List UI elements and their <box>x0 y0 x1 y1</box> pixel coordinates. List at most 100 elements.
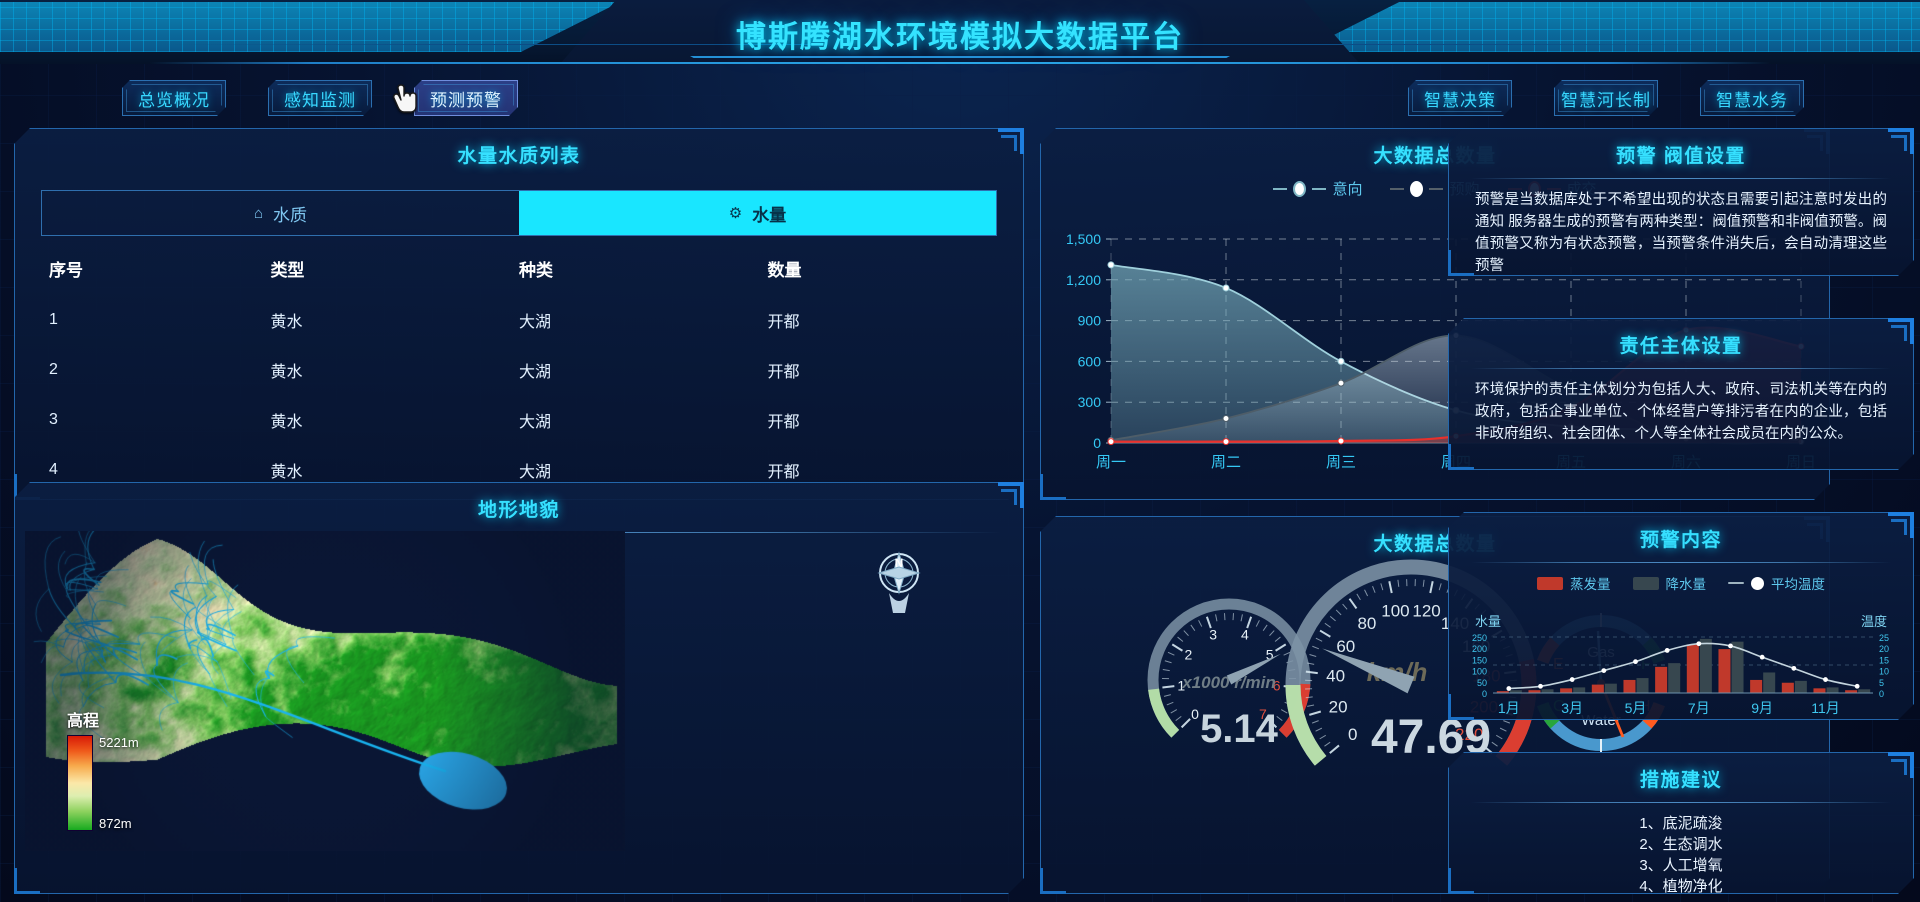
cell-amount: 开都 <box>767 314 800 331</box>
threshold-settings-panel: 预警 阀值设置 预警是当数据库处于不希望出现的状态且需要引起注意时发出的通知 服… <box>1448 128 1914 276</box>
svg-text:11月: 11月 <box>1811 700 1840 716</box>
panel-corner-decor-bl <box>1448 444 1474 470</box>
svg-text:5.14: 5.14 <box>1200 707 1279 751</box>
svg-text:周二: 周二 <box>1211 454 1241 471</box>
table-row[interactable]: 3 黄水 大湖 开都 <box>41 395 997 445</box>
mouse-cursor-icon <box>392 84 418 116</box>
table-header-row: 序号 类型 种类 数量 <box>41 242 997 295</box>
list-item: 3、人工增氧 <box>1639 857 1723 874</box>
responsible-entity-panel: 责任主体设置 环境保护的责任主体划分为包括人大、政府、司法机关等在内的政府，包括… <box>1448 318 1914 470</box>
water-list-table: 序号 类型 种类 数量 1 黄水 大湖 开都 2 黄水 大湖 开都 3 黄水 大… <box>41 242 997 495</box>
advice-panel: 措施建议 1、底泥疏浚 2、生态调水 3、人工增氧 4、植物净化 <box>1448 752 1914 894</box>
svg-text:9月: 9月 <box>1751 700 1773 716</box>
compass-north-label: N <box>895 556 904 570</box>
warning-panel-title: 预警内容 <box>1639 530 1722 551</box>
legend-item-avg-temp[interactable]: 平均温度 <box>1728 573 1825 593</box>
tab-overview-label: 总览概况 <box>138 90 210 110</box>
warning-rule <box>1471 562 1891 563</box>
svg-text:60: 60 <box>1336 637 1355 656</box>
elevation-color-ramp <box>67 735 93 831</box>
legend-swatch <box>1537 577 1563 590</box>
cell-type: 黄水 <box>270 414 303 431</box>
svg-text:0: 0 <box>1482 689 1487 699</box>
legend-item-evaporation[interactable]: 蒸发量 <box>1537 573 1611 593</box>
svg-text:1,500: 1,500 <box>1066 231 1101 247</box>
table-row[interactable]: 2 黄水 大湖 开都 <box>41 345 997 395</box>
threshold-panel-title: 预警 阀值设置 <box>1616 146 1746 167</box>
water-list-title: 水量水质列表 <box>457 146 581 167</box>
warning-bar-chart-canvas[interactable]: 05010015020025005101520251月 3月 5月 7月 9月 11月 <box>1449 631 1915 727</box>
header-notch <box>690 56 1230 68</box>
responsible-panel-body: 环境保护的责任主体划分为包括人大、政府、司法机关等在内的政府，包括企事业单位、个… <box>1475 382 1887 442</box>
elevation-legend: 高程 5221m 872m <box>67 707 139 831</box>
svg-text:5月: 5月 <box>1625 700 1647 716</box>
cell-index: 1 <box>49 311 58 328</box>
col-type: 类型 <box>270 261 305 280</box>
cell-type: 黄水 <box>270 314 303 331</box>
home-icon: ⌂ <box>253 204 264 222</box>
svg-text:周三: 周三 <box>1326 454 1356 471</box>
col-kind: 种类 <box>518 261 553 280</box>
svg-text:50: 50 <box>1477 678 1487 688</box>
legend-dash <box>1728 582 1744 584</box>
threshold-panel-body: 预警是当数据库处于不希望出现的状态且需要引起注意时发出的通知 服务器生成的预警有… <box>1475 192 1887 274</box>
legend-item-precipitation-label: 降水量 <box>1665 577 1706 592</box>
tab-smart-decision[interactable]: 智慧决策 <box>1408 80 1512 116</box>
warning-right-axis-label: 温度 <box>1860 614 1887 629</box>
list-item: 1、底泥疏浚 <box>1639 815 1723 832</box>
elevation-min-label: 872m <box>99 816 132 831</box>
tab-river-chief[interactable]: 智慧河长制 <box>1554 80 1658 116</box>
svg-text:100: 100 <box>1472 667 1487 677</box>
legend-dash <box>1273 188 1287 190</box>
svg-text:40: 40 <box>1326 666 1345 685</box>
svg-text:0: 0 <box>1191 706 1199 722</box>
segment-water-quantity[interactable]: ⚙ 水量 <box>519 191 996 235</box>
svg-text:5: 5 <box>1879 678 1884 688</box>
legend-item-intent[interactable]: 意向 <box>1273 178 1362 199</box>
tab-forecast-warning-label: 预测预警 <box>430 90 502 110</box>
col-index: 序号 <box>49 261 83 280</box>
elevation-max-label: 5221m <box>99 735 139 750</box>
cell-amount: 开都 <box>767 414 800 431</box>
tab-forecast-warning[interactable]: 预测预警 <box>414 80 518 116</box>
svg-text:250: 250 <box>1472 633 1487 643</box>
gears-icon: ⚙ <box>728 205 743 222</box>
svg-text:600: 600 <box>1078 353 1102 369</box>
elevation-legend-label: 高程 <box>67 713 100 730</box>
svg-text:3月: 3月 <box>1561 700 1583 716</box>
svg-text:2: 2 <box>1184 646 1192 662</box>
warning-content-panel: 预警内容 蒸发量 降水量 平均温度 水量 温度 0 50 100 150 200 250 0… <box>1448 512 1914 720</box>
cell-kind: 大湖 <box>518 414 551 431</box>
legend-dot <box>1410 181 1423 197</box>
list-item: 4、植物净化 <box>1639 878 1723 895</box>
svg-text:0: 0 <box>1093 435 1101 451</box>
svg-text:200: 200 <box>1472 644 1487 654</box>
svg-text:300: 300 <box>1078 394 1102 410</box>
tab-smart-water[interactable]: 智慧水务 <box>1700 80 1804 116</box>
segment-water-quality[interactable]: ⌂ 水质 <box>42 191 519 235</box>
primary-nav-right: 智慧决策 智慧河长制 智慧水务 <box>1408 80 1804 116</box>
cell-kind: 大湖 <box>518 314 551 331</box>
legend-item-intent-label: 意向 <box>1332 181 1363 198</box>
svg-text:150: 150 <box>1472 655 1487 665</box>
terrain-panel: 地形地貌 N 高程 5221m 872m <box>14 482 1024 894</box>
col-amount: 数量 <box>767 261 802 280</box>
svg-text:1,200: 1,200 <box>1066 272 1101 288</box>
svg-text:3: 3 <box>1209 627 1217 643</box>
table-row[interactable]: 1 黄水 大湖 开都 <box>41 295 997 345</box>
tab-sensing[interactable]: 感知监测 <box>268 80 372 116</box>
legend-item-precipitation[interactable]: 降水量 <box>1633 573 1707 593</box>
cell-kind: 大湖 <box>518 364 551 381</box>
legend-dash <box>1312 188 1326 190</box>
cell-amount: 开都 <box>767 364 800 381</box>
legend-dash <box>1429 188 1443 190</box>
compass-rose-icon: N <box>865 545 933 623</box>
tab-overview[interactable]: 总览概况 <box>122 80 226 116</box>
warning-left-axis-label: 水量 <box>1475 614 1502 629</box>
responsible-panel-title: 责任主体设置 <box>1619 336 1743 357</box>
svg-text:25: 25 <box>1879 633 1889 643</box>
cell-index: 3 <box>49 411 58 428</box>
legend-item-avg-temp-label: 平均温度 <box>1771 577 1825 592</box>
tab-sensing-label: 感知监测 <box>284 90 356 110</box>
segment-water-quantity-label: 水量 <box>752 205 787 225</box>
